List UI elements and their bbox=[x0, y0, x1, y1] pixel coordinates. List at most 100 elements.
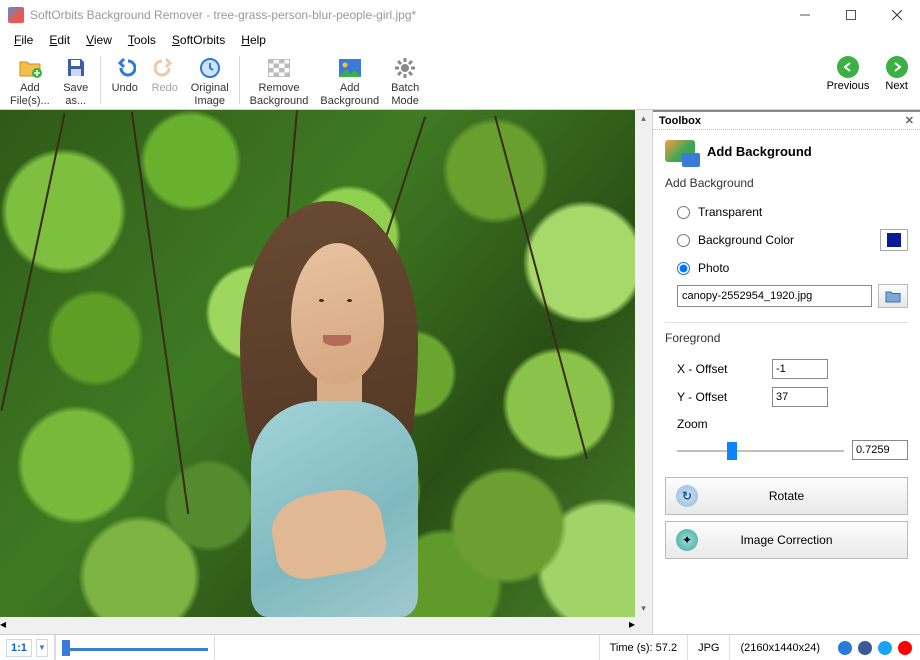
youtube-icon[interactable] bbox=[898, 641, 912, 655]
divider bbox=[665, 322, 908, 323]
y-offset-label: Y - Offset bbox=[677, 390, 772, 404]
sparkle-icon: ✦ bbox=[676, 529, 698, 551]
rotate-label: Rotate bbox=[769, 489, 804, 503]
image-correction-button[interactable]: ✦ Image Correction bbox=[665, 521, 908, 559]
close-panel-icon[interactable]: ✕ bbox=[905, 114, 914, 127]
picture-stack-icon bbox=[665, 140, 695, 162]
horizontal-scrollbar[interactable]: ◂ ▸ bbox=[0, 617, 652, 634]
save-icon bbox=[64, 56, 88, 80]
menu-file[interactable]: File bbox=[6, 31, 41, 49]
status-format: JPG bbox=[687, 635, 729, 660]
window-controls bbox=[782, 0, 920, 30]
panel-title: Add Background bbox=[707, 144, 812, 159]
radio-transparent-label: Transparent bbox=[698, 205, 762, 219]
toolbar-separator bbox=[100, 56, 101, 104]
toolbar-separator bbox=[239, 56, 240, 104]
slider-thumb[interactable] bbox=[727, 442, 737, 460]
original-image-button[interactable]: Original Image bbox=[185, 52, 235, 110]
zoom-track-thumb[interactable] bbox=[62, 640, 70, 656]
facebook-icon[interactable] bbox=[858, 641, 872, 655]
status-dimensions: (2160x1440x24) bbox=[729, 635, 830, 660]
app-icon bbox=[8, 7, 24, 23]
radio-transparent-input[interactable] bbox=[677, 206, 690, 219]
undo-button[interactable]: Undo bbox=[105, 52, 145, 97]
picture-icon bbox=[338, 56, 362, 80]
radio-bg-color-input[interactable] bbox=[677, 234, 690, 247]
menu-softorbits[interactable]: SoftOrbits bbox=[164, 31, 233, 49]
remove-background-button[interactable]: Remove Background bbox=[244, 52, 315, 110]
zoom-track[interactable] bbox=[55, 635, 215, 660]
radio-bg-color-label: Background Color bbox=[698, 233, 794, 247]
add-files-button[interactable]: Add File(s)... bbox=[4, 52, 56, 110]
add-background-button[interactable]: Add Background bbox=[314, 52, 385, 110]
folder-plus-icon bbox=[18, 56, 42, 80]
checkerboard-icon bbox=[267, 56, 291, 80]
next-button[interactable]: Next bbox=[877, 52, 916, 96]
y-offset-input[interactable] bbox=[772, 387, 828, 407]
section-foreground: Foregrond bbox=[665, 331, 908, 345]
radio-bg-color[interactable]: Background Color bbox=[665, 224, 908, 256]
vertical-scrollbar[interactable]: ▴ ▾ bbox=[635, 110, 652, 617]
radio-photo[interactable]: Photo bbox=[665, 256, 908, 280]
info-icon[interactable] bbox=[838, 641, 852, 655]
arrow-left-icon bbox=[837, 56, 859, 78]
zoom-ratio-button[interactable]: 1:1 bbox=[6, 639, 32, 657]
folder-open-icon bbox=[885, 289, 901, 303]
window-title: SoftOrbits Background Remover - tree-gra… bbox=[30, 8, 782, 22]
batch-mode-button[interactable]: Batch Mode bbox=[385, 52, 425, 110]
previous-label: Previous bbox=[827, 80, 870, 92]
original-image-label: Original Image bbox=[191, 82, 229, 108]
foreground-person bbox=[229, 201, 451, 617]
toolbox-header: Toolbox ✕ bbox=[653, 110, 920, 130]
next-label: Next bbox=[885, 80, 908, 92]
menu-edit[interactable]: Edit bbox=[41, 31, 78, 49]
close-button[interactable] bbox=[874, 0, 920, 30]
twitter-icon[interactable] bbox=[878, 641, 892, 655]
section-add-background: Add Background bbox=[665, 176, 908, 190]
panel-heading: Add Background bbox=[665, 140, 908, 162]
redo-button[interactable]: Redo bbox=[145, 52, 185, 97]
save-as-label: Save as... bbox=[63, 82, 88, 108]
image-canvas[interactable] bbox=[0, 110, 635, 617]
remove-bg-label: Remove Background bbox=[250, 82, 309, 108]
scroll-down-icon[interactable]: ▾ bbox=[635, 600, 652, 617]
toolbar: Add File(s)... Save as... Undo Redo Orig… bbox=[0, 50, 920, 110]
photo-filename-input[interactable] bbox=[677, 285, 872, 307]
redo-label: Redo bbox=[152, 82, 178, 95]
arrow-right-icon bbox=[886, 56, 908, 78]
clock-icon bbox=[198, 56, 222, 80]
menu-view[interactable]: View bbox=[78, 31, 120, 49]
radio-photo-label: Photo bbox=[698, 261, 729, 275]
radio-transparent[interactable]: Transparent bbox=[665, 200, 908, 224]
main-area: ▴ ▾ ◂ ▸ Toolbox ✕ Add Background Add Bac… bbox=[0, 110, 920, 634]
image-correction-label: Image Correction bbox=[740, 533, 832, 547]
save-as-button[interactable]: Save as... bbox=[56, 52, 96, 110]
zoom-value-input[interactable] bbox=[852, 440, 908, 460]
previous-button[interactable]: Previous bbox=[819, 52, 878, 96]
status-bar: 1:1 ▼ Time (s): 57.2 JPG (2160x1440x24) bbox=[0, 634, 920, 660]
menu-help[interactable]: Help bbox=[233, 31, 274, 49]
undo-icon bbox=[113, 56, 137, 80]
x-offset-label: X - Offset bbox=[677, 362, 772, 376]
toolbox-title: Toolbox bbox=[659, 115, 701, 127]
radio-photo-input[interactable] bbox=[677, 262, 690, 275]
color-swatch[interactable] bbox=[880, 229, 908, 251]
scroll-up-icon[interactable]: ▴ bbox=[635, 110, 652, 127]
zoom-dropdown-icon[interactable]: ▼ bbox=[36, 639, 48, 657]
menu-tools[interactable]: Tools bbox=[120, 31, 164, 49]
zoom-slider[interactable] bbox=[677, 439, 844, 461]
maximize-button[interactable] bbox=[828, 0, 874, 30]
add-files-label: Add File(s)... bbox=[10, 82, 50, 108]
x-offset-input[interactable] bbox=[772, 359, 828, 379]
rotate-button[interactable]: ↻ Rotate bbox=[665, 477, 908, 515]
redo-icon bbox=[153, 56, 177, 80]
browse-button[interactable] bbox=[878, 284, 908, 308]
color-swatch-inner bbox=[887, 233, 901, 247]
zoom-label: Zoom bbox=[665, 411, 908, 435]
menu-bar: File Edit View Tools SoftOrbits Help bbox=[0, 30, 920, 50]
add-bg-label: Add Background bbox=[320, 82, 379, 108]
canvas-wrapper: ▴ ▾ ◂ ▸ bbox=[0, 110, 652, 634]
minimize-button[interactable] bbox=[782, 0, 828, 30]
undo-label: Undo bbox=[112, 82, 138, 95]
batch-label: Batch Mode bbox=[391, 82, 419, 108]
